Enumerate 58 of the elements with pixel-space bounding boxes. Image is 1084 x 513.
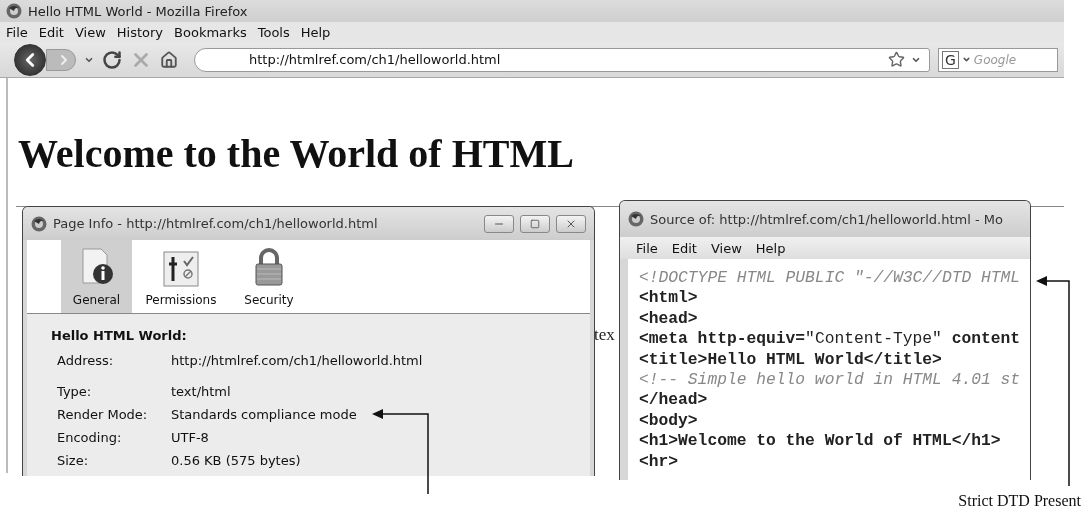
close-button[interactable]	[556, 214, 586, 233]
caret-icon[interactable]	[961, 55, 971, 64]
menu-item[interactable]: View	[710, 240, 742, 256]
address-field[interactable]: http://htmlref.com/ch1/helloworld.html	[194, 47, 930, 72]
browser-logo-icon	[6, 3, 22, 19]
page-text: tex	[594, 325, 615, 345]
permissions-icon	[163, 251, 199, 287]
code-line: </head>	[639, 390, 709, 411]
toolbar-tab[interactable]: Security	[230, 240, 308, 313]
toolbar-tab[interactable]: Permissions	[136, 240, 226, 313]
browser-logo-icon	[628, 211, 644, 227]
menu-item[interactable]: View	[74, 24, 106, 40]
menu-item[interactable]: File	[636, 240, 658, 256]
search-field[interactable]: G Google	[938, 47, 1058, 72]
field-value: http://htmlref.com/ch1/helloworld.html	[171, 353, 423, 368]
menu-item[interactable]: Edit	[671, 240, 697, 256]
menu-item[interactable]: Help	[755, 240, 786, 256]
padlock-icon	[253, 247, 285, 287]
bookmark-star-icon[interactable]	[888, 51, 905, 68]
field-value: text/html	[171, 384, 231, 399]
page-title-heading: Hello HTML World:	[51, 328, 188, 343]
code-line: <head>	[639, 308, 699, 330]
code-line: <hr>	[639, 451, 680, 472]
field-label: Encoding:	[57, 430, 123, 445]
field-label: Render Mode:	[57, 407, 149, 422]
menu-item[interactable]: Help	[300, 24, 331, 40]
menu-item[interactable]: History	[116, 24, 164, 40]
dialog-title: Page Info - http://htmlref.com/ch1/helloworld.html	[53, 216, 379, 231]
menu-item[interactable]: Edit	[38, 24, 64, 40]
code-line: <!DOCTYPE HTML PUBLIC "-//W3C//DTD HTML	[639, 268, 1022, 289]
menu-item[interactable]: Bookmarks	[174, 24, 247, 40]
toolbar-tab[interactable]: General	[61, 240, 132, 313]
field-value: Standards compliance mode	[171, 407, 357, 422]
field-value: 0.56 KB (575 bytes)	[171, 453, 301, 468]
code-line: <body>	[639, 410, 699, 432]
home-button[interactable]	[160, 50, 178, 69]
back-button[interactable]	[14, 43, 46, 76]
field-label: Type:	[57, 384, 93, 399]
maximize-button[interactable]	[520, 214, 550, 233]
page-heading: Welcome to the World of HTML	[18, 130, 574, 177]
window-title: Hello HTML World - Mozilla Firefox	[28, 3, 248, 19]
field-value: UTF-8	[171, 430, 209, 445]
menu-item[interactable]: Tools	[257, 24, 290, 40]
code-line: <title>Hello HTML World</title>	[639, 349, 943, 370]
code-line: <h1>Welcome to the World of HTML</h1>	[639, 431, 1002, 452]
browser-logo-icon	[31, 215, 47, 232]
code-line: <!-- Simple hello world in HTML 4.01 st	[639, 369, 1022, 391]
field-label: Size:	[57, 453, 90, 468]
field-label: Address:	[57, 353, 115, 368]
code-line: <meta http-equiv="Content-Type" content	[639, 329, 1022, 350]
maximize-icon	[530, 218, 540, 229]
search-engine-logo[interactable]: G	[942, 50, 959, 69]
menu-item[interactable]: File	[6, 24, 28, 40]
minimize-button[interactable]	[484, 214, 514, 233]
callout-label: Strict DTD Present	[958, 492, 1081, 510]
source-window-title: Source of: http://htmlref.com/ch1/helloworld.html - Mo	[650, 211, 1004, 227]
reload-button[interactable]	[102, 49, 122, 70]
code-line: <html>	[639, 288, 699, 309]
